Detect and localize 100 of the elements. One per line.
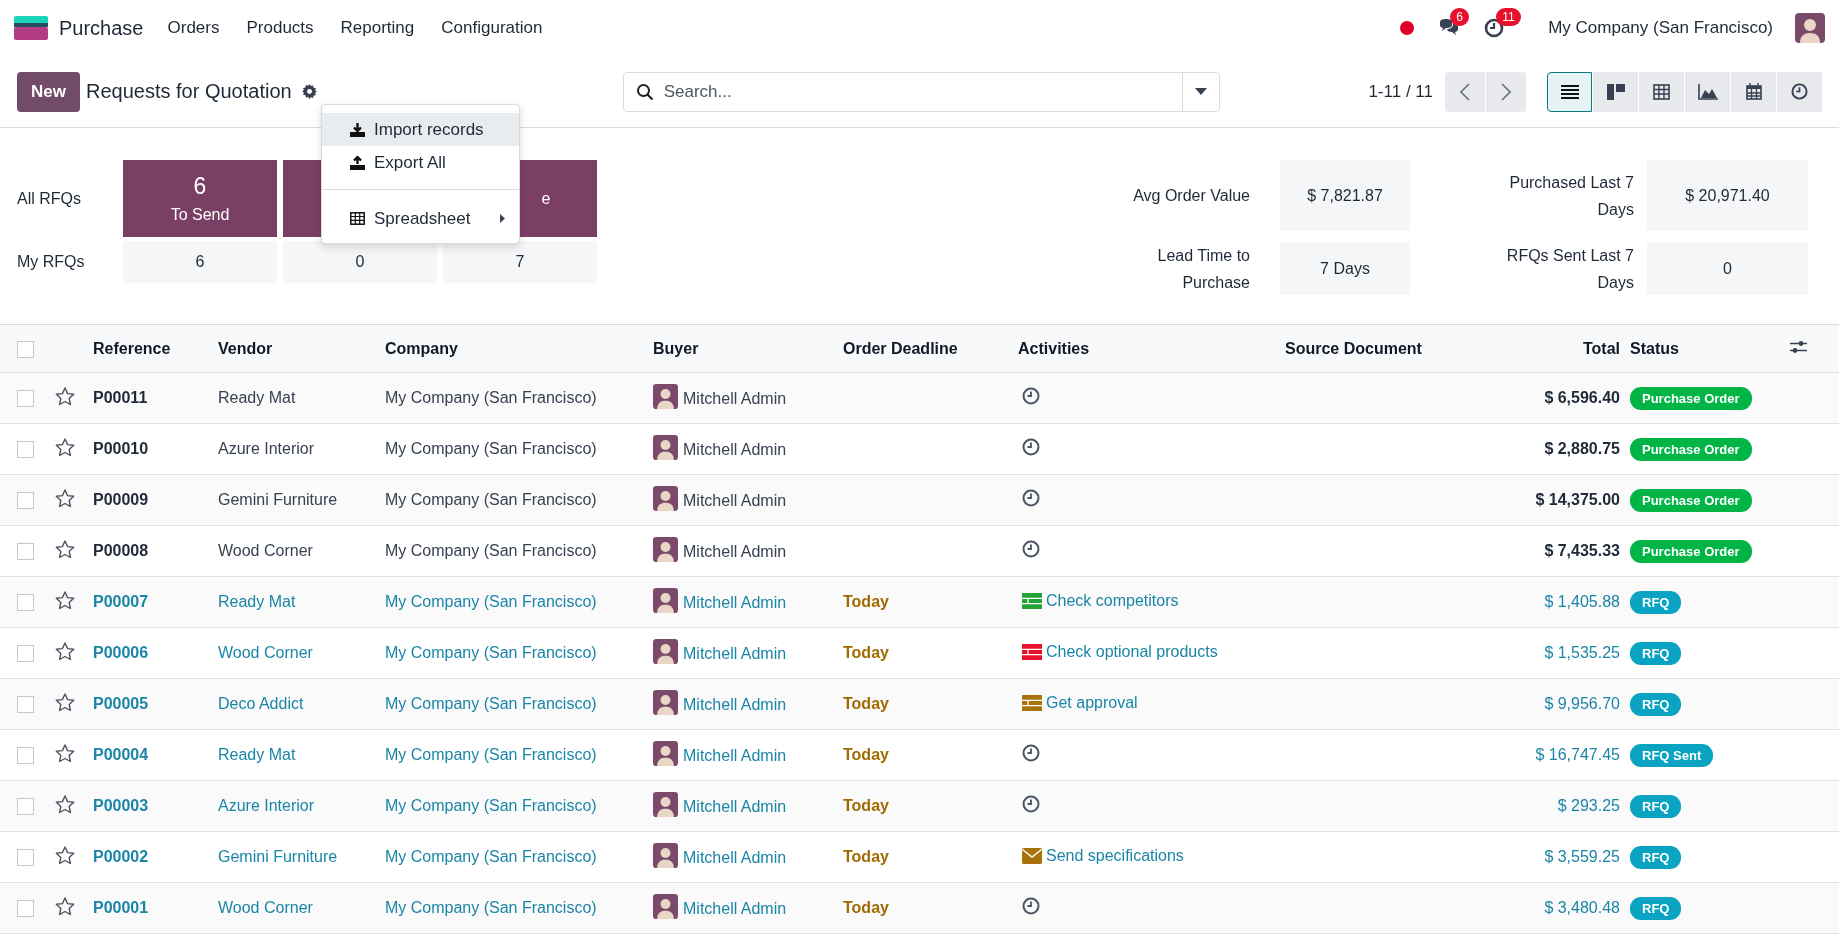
envelope-icon[interactable] (1022, 847, 1042, 864)
status-badge: RFQ (1630, 692, 1682, 716)
pager-value[interactable]: 1-11 / 11 (1368, 81, 1433, 102)
star-icon[interactable] (55, 743, 75, 763)
row-checkbox[interactable] (17, 594, 34, 612)
menu-item[interactable]: Reporting (340, 18, 415, 38)
column-header[interactable]: Source Document (1285, 324, 1500, 373)
task-list-icon[interactable] (1022, 643, 1042, 660)
star-icon[interactable] (55, 488, 75, 508)
view-switch-button[interactable] (1547, 71, 1592, 112)
view-switch-button[interactable] (1685, 71, 1730, 112)
clock-icon[interactable] (1484, 18, 1505, 38)
star-icon[interactable] (55, 845, 75, 865)
row-checkbox[interactable] (17, 798, 34, 816)
column-header[interactable]: Company (385, 324, 653, 373)
status-badge: Purchase Order (1630, 386, 1752, 410)
row-checkbox[interactable] (17, 747, 34, 765)
grid-table-icon (1653, 83, 1670, 100)
clock-icon[interactable] (1022, 744, 1040, 762)
table-cell: Gemini Furniture (218, 474, 385, 526)
stat-count[interactable]: 7 (443, 241, 597, 283)
calendar-icon (1745, 83, 1762, 100)
view-switch-button[interactable] (1593, 71, 1638, 112)
row-checkbox[interactable] (17, 441, 34, 459)
caret-icon (1194, 88, 1207, 95)
column-header[interactable]: Order Deadline (843, 324, 1018, 373)
clock-icon[interactable] (1022, 795, 1040, 813)
menu-item[interactable]: Orders (167, 18, 220, 38)
table-cell: Wood Corner (218, 882, 385, 934)
avatar-icon[interactable] (1795, 13, 1825, 43)
clock-icon[interactable] (1022, 438, 1040, 456)
column-header[interactable]: Reference (93, 324, 218, 373)
row-checkbox[interactable] (17, 645, 34, 663)
table-cell: My Company (San Francisco) (385, 525, 653, 577)
star-icon[interactable] (55, 437, 75, 457)
task-list-icon[interactable] (1022, 592, 1042, 609)
row-checkbox[interactable] (17, 900, 34, 918)
activity-summary[interactable]: Check optional products (1046, 642, 1218, 661)
table-cell: My Company (San Francisco) (385, 474, 653, 526)
row-checkbox[interactable] (17, 492, 34, 510)
row-label: All RFQs (17, 189, 82, 208)
star-icon[interactable] (55, 896, 75, 916)
clock-icon[interactable] (1022, 387, 1040, 405)
star-icon[interactable] (55, 641, 75, 661)
status-dot-icon[interactable] (1400, 21, 1415, 35)
company-switcher[interactable]: My Company (San Francisco) (1548, 18, 1773, 38)
deadline-text: Today (843, 899, 889, 916)
area-chart-icon (1697, 83, 1718, 100)
star-icon[interactable] (55, 386, 75, 406)
table-cell: My Company (San Francisco) (385, 423, 653, 475)
star-icon[interactable] (55, 692, 75, 712)
table-cell: P00002 (93, 831, 218, 883)
table-cell: Deco Addict (218, 678, 385, 730)
table-cell: P00003 (93, 780, 218, 832)
row-checkbox[interactable] (17, 849, 34, 867)
search-bar[interactable]: Search... (622, 71, 1220, 112)
new-button[interactable]: New (17, 71, 80, 112)
app-logo-icon[interactable] (14, 16, 48, 40)
star-icon[interactable] (55, 539, 75, 559)
row-checkbox[interactable] (17, 390, 34, 408)
view-switch-button[interactable] (1639, 71, 1684, 112)
buyer-name: Mitchell Admin (683, 898, 787, 919)
clock-icon (1791, 83, 1808, 100)
menu-item[interactable]: Configuration (441, 18, 543, 38)
column-header[interactable]: Total (1500, 324, 1630, 373)
clock-icon[interactable] (1022, 897, 1040, 915)
task-list-icon[interactable] (1022, 694, 1042, 711)
star-icon[interactable] (55, 794, 75, 814)
stat-count[interactable]: 0 (283, 241, 437, 283)
star-icon[interactable] (55, 590, 75, 610)
table-cell: Azure Interior (218, 780, 385, 832)
select-all-checkbox[interactable] (17, 340, 34, 358)
column-header[interactable]: Vendor (218, 324, 385, 373)
table-cell: My Company (San Francisco) (385, 627, 653, 679)
status-badge: Purchase Order (1630, 539, 1752, 563)
table-cell: My Company (San Francisco) (385, 678, 653, 730)
menu-item[interactable]: Products (246, 18, 314, 38)
dropdown-item[interactable]: Import records (322, 113, 519, 146)
row-checkbox[interactable] (17, 696, 34, 714)
stat-tile[interactable]: 6 To Send (123, 160, 277, 237)
activity-summary[interactable]: Send specifications (1046, 846, 1184, 865)
column-header[interactable]: Activities (1018, 324, 1285, 373)
kpi-value: 7 Days (1280, 242, 1410, 295)
clock-icon[interactable] (1022, 540, 1040, 558)
settings-icon[interactable] (301, 84, 317, 99)
view-switch-button[interactable] (1777, 71, 1822, 112)
notification-badge: 11 (1496, 8, 1521, 26)
stat-count[interactable]: 6 (123, 241, 277, 283)
app-name[interactable]: Purchase (59, 16, 144, 40)
activity-summary[interactable]: Get approval (1046, 693, 1138, 712)
column-header[interactable]: Buyer (653, 324, 843, 373)
row-checkbox[interactable] (17, 543, 34, 561)
activity-summary[interactable]: Check competitors (1046, 591, 1179, 610)
buyer-name: Mitchell Admin (683, 541, 787, 562)
sliders-icon[interactable] (1790, 339, 1807, 354)
view-switch-button[interactable] (1731, 71, 1776, 112)
clock-icon[interactable] (1022, 489, 1040, 507)
column-header[interactable]: Status (1630, 324, 1790, 373)
search-options-button[interactable] (1181, 72, 1219, 111)
table-cell: Ready Mat (218, 372, 385, 424)
